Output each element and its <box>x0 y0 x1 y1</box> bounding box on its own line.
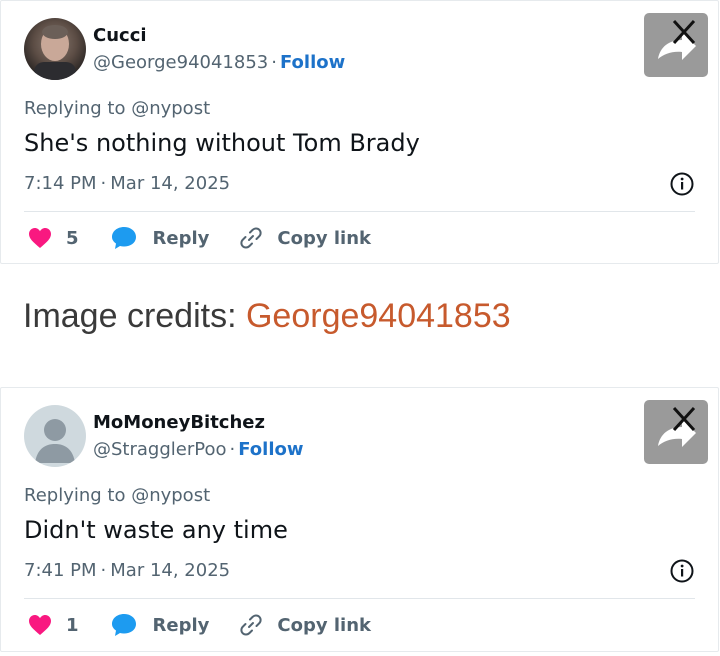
follow-button[interactable]: Follow <box>280 52 345 73</box>
reply-label: Reply <box>152 227 210 249</box>
handle-line: @StragglerPoo · Follow <box>93 439 304 460</box>
handle-line: @George94041853 · Follow <box>93 52 345 73</box>
reply-bubble-icon <box>111 614 136 636</box>
link-icon <box>240 227 263 249</box>
tweet-text: She's nothing without Tom Brady <box>24 129 420 157</box>
reply-button[interactable]: Reply <box>111 226 240 250</box>
user-handle[interactable]: @George94041853 <box>93 52 268 73</box>
credits-user: George94041853 <box>245 297 511 335</box>
action-bar: 5 Reply Copy link <box>28 223 371 253</box>
separator: · <box>229 439 236 460</box>
separator: · <box>100 173 107 194</box>
tweet-date: Mar 14, 2025 <box>110 173 231 194</box>
copy-link-button[interactable]: Copy link <box>239 226 371 250</box>
share-button[interactable] <box>644 13 708 77</box>
separator: · <box>271 52 277 73</box>
tweet-time: 7:41 PM <box>24 560 97 581</box>
copy-link-button[interactable]: Copy link <box>239 613 371 637</box>
default-avatar-icon <box>35 419 75 463</box>
separator: · <box>100 560 107 581</box>
display-name[interactable]: MoMoneyBitchez <box>93 412 265 433</box>
action-bar: 1 Reply Copy link <box>28 610 371 640</box>
follow-button[interactable]: Follow <box>238 439 303 460</box>
timestamp[interactable]: 7:14 PM · Mar 14, 2025 <box>24 173 230 194</box>
tweet-text: Didn't waste any time <box>24 516 288 544</box>
avatar[interactable] <box>24 18 86 80</box>
like-count: 5 <box>66 227 79 249</box>
heart-icon <box>29 228 51 248</box>
divider <box>24 211 695 212</box>
display-name[interactable]: Cucci <box>93 25 147 46</box>
copy-link-label: Copy link <box>277 614 371 636</box>
share-arrow-icon <box>658 19 696 60</box>
replying-to: Replying to @nypost <box>24 98 211 119</box>
like-count: 1 <box>66 614 79 636</box>
reply-bubble-icon <box>111 227 136 249</box>
credits-label: Image credits: <box>23 297 237 335</box>
tweet-date: Mar 14, 2025 <box>110 560 231 581</box>
reply-label: Reply <box>152 614 210 636</box>
image-credits: Image credits: George94041853 <box>23 297 511 336</box>
divider <box>24 598 695 599</box>
avatar[interactable] <box>24 405 86 467</box>
info-icon[interactable] <box>669 171 695 197</box>
share-arrow-icon <box>658 406 696 447</box>
timestamp[interactable]: 7:41 PM · Mar 14, 2025 <box>24 560 230 581</box>
tweet-card: MoMoneyBitchez @StragglerPoo · Follow Repl… <box>0 387 719 652</box>
heart-icon <box>29 615 51 635</box>
info-icon[interactable] <box>669 558 695 584</box>
tweet-card: Cucci @George94041853 · Follow Replying to… <box>0 0 719 264</box>
user-handle[interactable]: @StragglerPoo <box>93 439 226 460</box>
like-button[interactable]: 5 <box>28 227 111 249</box>
reply-button[interactable]: Reply <box>111 613 240 637</box>
like-button[interactable]: 1 <box>28 614 111 636</box>
tweet-time: 7:14 PM <box>24 173 97 194</box>
share-button[interactable] <box>644 400 708 464</box>
replying-to: Replying to @nypost <box>24 485 211 506</box>
copy-link-label: Copy link <box>277 227 371 249</box>
link-icon <box>240 614 263 636</box>
profile-photo-icon <box>34 25 76 80</box>
